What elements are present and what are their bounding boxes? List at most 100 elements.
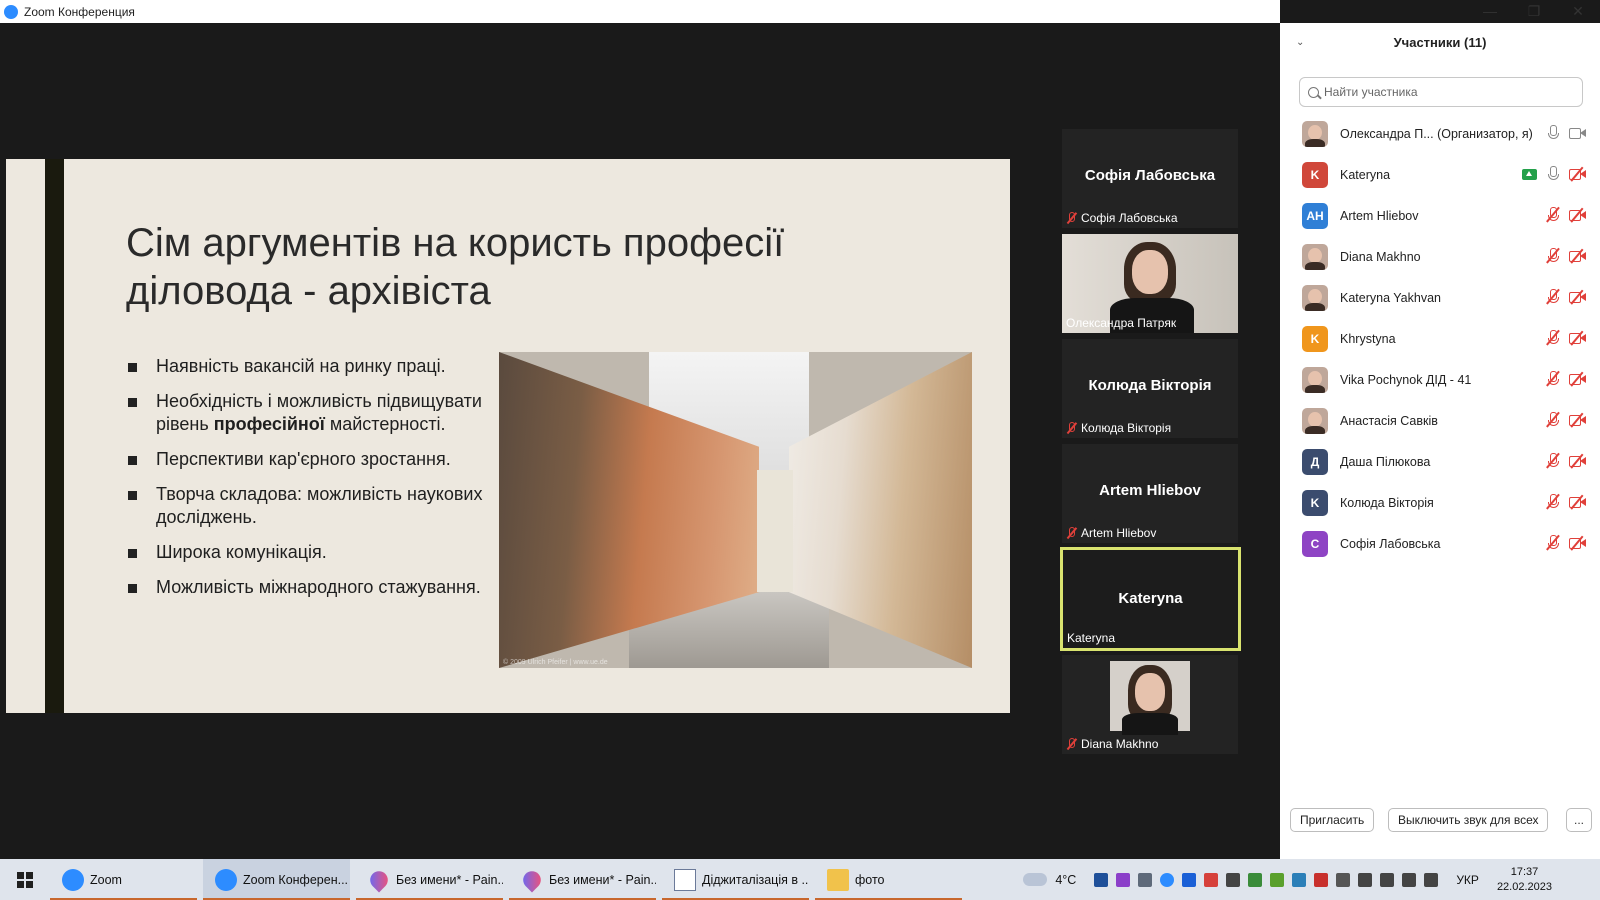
participant-row[interactable]: C Софія Лабовська <box>1280 523 1600 564</box>
tile-label: Diana Makhno <box>1066 737 1158 751</box>
active-speaker-tile[interactable]: Kateryna Kateryna <box>1060 547 1241 651</box>
participant-status-icons <box>1546 493 1586 510</box>
participant-row[interactable]: K Kateryna <box>1280 154 1600 195</box>
video-tile[interactable]: Diana Makhno <box>1062 655 1238 754</box>
participant-row[interactable]: K Khrystyna <box>1280 318 1600 359</box>
security-icon[interactable] <box>1204 872 1219 887</box>
mic-muted-icon[interactable] <box>1546 288 1560 305</box>
shield-icon[interactable] <box>1226 872 1241 887</box>
mic-muted-icon[interactable] <box>1546 452 1560 469</box>
participant-row[interactable]: Анастасія Савків <box>1280 400 1600 441</box>
participant-name: Khrystyna <box>1340 331 1396 346</box>
window-controls: — ❐ ✕ <box>1468 0 1600 22</box>
close-button[interactable]: ✕ <box>1556 0 1600 22</box>
app-tray-icon[interactable] <box>1314 872 1329 887</box>
camera-off-icon[interactable] <box>1569 412 1586 428</box>
cloud-icon[interactable] <box>1023 873 1048 886</box>
battery-icon[interactable] <box>1424 872 1439 887</box>
camera-off-icon[interactable] <box>1569 166 1586 182</box>
taskbar-app-button[interactable]: Без имени* - Pain... <box>509 859 656 900</box>
bullet-text: майстерності. <box>324 414 446 434</box>
camera-off-icon[interactable] <box>1569 453 1586 469</box>
mic-muted-icon[interactable] <box>1546 247 1560 264</box>
participant-status-icons <box>1522 166 1586 182</box>
participant-search[interactable] <box>1299 77 1583 107</box>
panel-footer: Пригласить Выключить звук для всех ... <box>1280 808 1600 834</box>
taskbar-app-button[interactable]: Zoom <box>50 859 197 900</box>
participant-list: Олександра П... (Организатор, я) K Kateryn… <box>1280 113 1600 564</box>
camera-off-icon[interactable] <box>1569 330 1586 346</box>
participant-row[interactable]: Kateryna Yakhvan <box>1280 277 1600 318</box>
mic-muted-icon[interactable] <box>1546 370 1560 387</box>
slide-bullet: Необхідність і можливість підвищувати рі… <box>126 390 486 436</box>
mute-all-button[interactable]: Выключить звук для всех <box>1388 808 1549 832</box>
video-tile[interactable]: Колюда Вікторія Колюда Вікторія <box>1062 339 1238 438</box>
camera-off-icon[interactable] <box>1569 289 1586 305</box>
display-icon[interactable] <box>1138 872 1153 887</box>
bullet-text: Наявність вакансій на ринку праці. <box>156 356 446 376</box>
participant-status-icons <box>1546 370 1586 387</box>
taskbar-app-button[interactable]: Без имени* - Pain... <box>356 859 503 900</box>
taskbar-app-label: фото <box>855 872 885 887</box>
participant-row[interactable]: K Колюда Вікторія <box>1280 482 1600 523</box>
taskbar-app-button[interactable]: фото <box>815 859 962 900</box>
bullet-square-icon <box>128 584 137 593</box>
app-tray-icon[interactable] <box>1094 872 1109 887</box>
nvidia-icon[interactable] <box>1270 872 1285 887</box>
microphone-icon[interactable] <box>1402 872 1417 887</box>
mic-muted-icon[interactable] <box>1546 329 1560 346</box>
taskbar-app-button[interactable]: Діджиталізація в ... <box>662 859 809 900</box>
clock-time: 17:37 <box>1510 865 1539 878</box>
video-tile[interactable]: Софія Лабовська Софія Лабовська <box>1062 129 1238 228</box>
camera-off-icon[interactable] <box>1569 207 1586 223</box>
minimize-button[interactable]: — <box>1468 0 1512 22</box>
camera-tray-icon[interactable] <box>1358 872 1373 887</box>
video-tile[interactable]: Олександра Патряк <box>1062 234 1238 333</box>
more-options-button[interactable]: ... <box>1566 808 1592 832</box>
invite-button[interactable]: Пригласить <box>1290 808 1375 832</box>
mic-muted-icon[interactable] <box>1546 206 1560 223</box>
taskbar-app-button[interactable]: Zoom Конферен... <box>203 859 350 900</box>
participant-row[interactable]: Д Даша Пілюкова <box>1280 441 1600 482</box>
restore-button[interactable]: ❐ <box>1512 0 1556 22</box>
bluetooth-icon[interactable] <box>1182 872 1197 887</box>
app-tray-icon[interactable] <box>1116 872 1131 887</box>
avatar <box>1302 120 1328 147</box>
mic-muted-icon[interactable] <box>1546 493 1560 510</box>
avatar: C <box>1302 530 1328 557</box>
camera-icon[interactable] <box>1569 127 1586 139</box>
camera-off-icon[interactable] <box>1569 371 1586 387</box>
participant-row[interactable]: Vika Pochynok ДІД - 41 <box>1280 359 1600 400</box>
zoom-tray-icon[interactable] <box>1160 872 1175 887</box>
clock[interactable]: 17:37 22.02.2023 <box>1497 865 1552 895</box>
mic-icon[interactable] <box>1547 166 1559 182</box>
title-bar: Zoom Конференция <box>0 0 1280 23</box>
participant-row[interactable]: Diana Makhno <box>1280 236 1600 277</box>
language-indicator[interactable]: УКР <box>1456 873 1479 887</box>
video-tile[interactable]: Artem Hliebov Artem Hliebov <box>1062 444 1238 543</box>
mic-icon[interactable] <box>1547 125 1559 141</box>
network-app-icon[interactable] <box>1292 872 1307 887</box>
tile-label-text: Софія Лабовська <box>1081 211 1178 225</box>
mic-muted-icon[interactable] <box>1546 411 1560 428</box>
tile-display-name: Софія Лабовська <box>1084 167 1216 184</box>
participant-name: Софія Лабовська <box>1340 536 1441 551</box>
camera-off-icon[interactable] <box>1569 248 1586 264</box>
windows-logo-icon <box>17 871 33 888</box>
start-button[interactable] <box>0 859 50 900</box>
participant-search-input[interactable] <box>1324 85 1574 99</box>
volume-icon[interactable] <box>1380 872 1395 887</box>
avatar: K <box>1302 161 1328 188</box>
mic-muted-icon <box>1066 738 1077 750</box>
participants-title: Участники (11) <box>1393 35 1487 50</box>
participant-row[interactable]: AH Artem Hliebov <box>1280 195 1600 236</box>
participant-video <box>1110 661 1190 735</box>
participant-row[interactable]: Олександра П... (Организатор, я) <box>1280 113 1600 154</box>
app-tray-icon[interactable] <box>1248 872 1263 887</box>
camera-off-icon[interactable] <box>1569 494 1586 510</box>
mic-muted-icon[interactable] <box>1546 534 1560 551</box>
wifi-icon[interactable] <box>1336 872 1351 887</box>
weather-temperature[interactable]: 4°C <box>1055 873 1076 887</box>
bullet-square-icon <box>128 363 137 372</box>
camera-off-icon[interactable] <box>1569 535 1586 551</box>
